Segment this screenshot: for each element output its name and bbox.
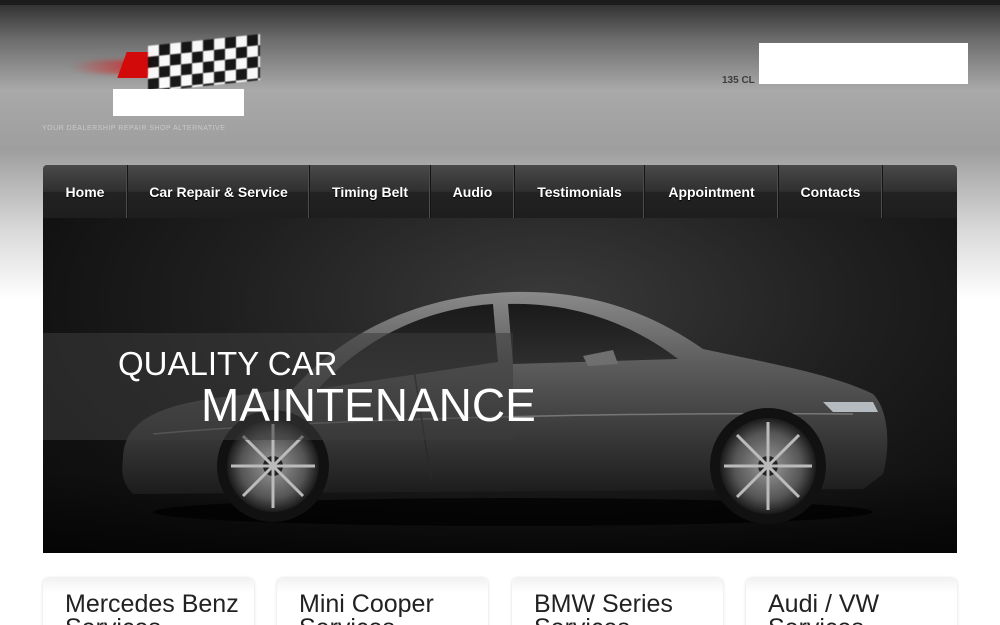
nav-item-audio[interactable]: Audio	[431, 165, 515, 218]
nav-item-label: Testimonials	[537, 183, 622, 200]
service-card-mercedes[interactable]: Mercedes Benz Services	[43, 578, 254, 625]
logo-text-redacted	[113, 89, 244, 116]
checkered-flag-icon	[148, 34, 260, 92]
service-card-audi-vw[interactable]: Audi / VW Services	[746, 578, 957, 625]
service-card-title: Mercedes Benz Services	[65, 590, 239, 625]
service-card-title: BMW Series Services	[534, 590, 673, 625]
hero-banner: QUALITY CAR MAINTENANCE	[43, 218, 957, 553]
hero-heading-line2: MAINTENANCE	[201, 379, 536, 431]
service-card-mini-cooper[interactable]: Mini Cooper Services	[277, 578, 488, 625]
nav-item-label: Home	[65, 183, 105, 200]
nav-item-label: Contacts	[800, 183, 861, 200]
nav-item-home[interactable]: Home	[43, 165, 128, 218]
nav-item-contacts[interactable]: Contacts	[779, 165, 883, 218]
nav-item-label: Car Repair & Service	[149, 183, 288, 200]
nav-item-timing-belt[interactable]: Timing Belt	[310, 165, 431, 218]
nav-item-car-repair-service[interactable]: Car Repair & Service	[128, 165, 310, 218]
service-card-title: Mini Cooper Services	[299, 590, 434, 625]
top-bar	[0, 0, 1000, 5]
site-tagline: YOUR DEALERSHIP REPAIR SHOP ALTERNATIVE	[42, 125, 226, 132]
nav-item-testimonials[interactable]: Testimonials	[515, 165, 645, 218]
header-contact-redacted	[759, 43, 968, 84]
service-card-title: Audi / VW Services	[768, 590, 880, 625]
nav-item-label: Audio	[452, 183, 493, 200]
nav-item-label: Appointment	[668, 183, 755, 200]
service-card-bmw[interactable]: BMW Series Services	[512, 578, 723, 625]
main-navigation: Home Car Repair & Service Timing Belt Au…	[43, 165, 957, 218]
nav-item-label: Timing Belt	[332, 183, 408, 200]
nav-item-appointment[interactable]: Appointment	[645, 165, 779, 218]
header-address: 135 CL	[722, 75, 755, 86]
